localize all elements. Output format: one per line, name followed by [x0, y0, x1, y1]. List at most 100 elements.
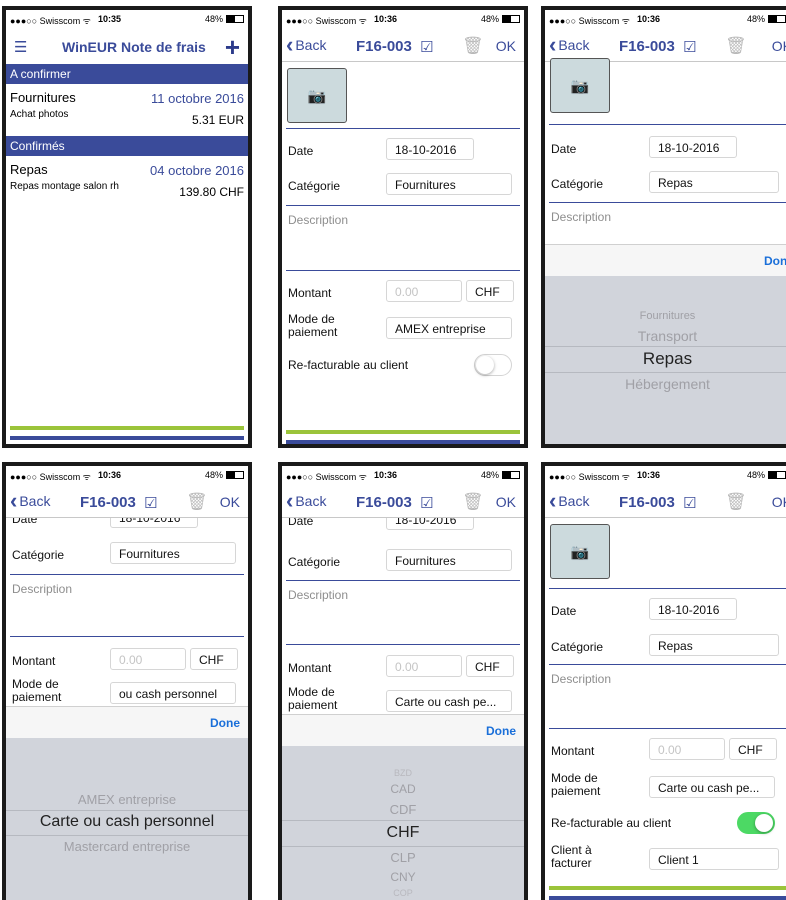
currency-field[interactable]: CHF [466, 280, 514, 302]
done-button[interactable]: Done [210, 716, 240, 730]
description-field[interactable]: Description [551, 672, 611, 686]
trash-icon[interactable]: 🗑 [725, 492, 747, 512]
description-field[interactable]: Description [288, 588, 348, 602]
blue-stripe [10, 436, 244, 440]
currency-picker-wheel[interactable]: BZD CAD CDF CHF CLP CNY COP [282, 746, 524, 900]
picker-option[interactable]: BZD [282, 768, 524, 778]
rebill-toggle[interactable] [737, 812, 775, 834]
payment-picker-wheel[interactable]: AMEX entreprise Carte ou cash personnel … [6, 738, 248, 900]
expense-code: F16-003 [356, 38, 412, 55]
rebill-label: Re-facturable au client [288, 358, 409, 372]
picker-option[interactable]: CAD [282, 782, 524, 796]
picker-option[interactable]: Fournitures [545, 310, 786, 322]
payment-label: Mode de paiement [288, 312, 338, 339]
list-item[interactable]: Repas 04 octobre 2016 Repas montage salo… [6, 156, 248, 208]
divider [286, 644, 520, 645]
back-button[interactable]: ‹ Back [286, 34, 326, 56]
back-button[interactable]: ‹ Back [286, 490, 326, 512]
picker-option[interactable]: Hébergement [545, 376, 786, 392]
ok-button[interactable]: OK [496, 494, 516, 510]
battery-indicator: 48% [481, 470, 520, 480]
footer-bars [549, 886, 786, 900]
currency-field[interactable]: CHF [729, 738, 777, 760]
date-field[interactable]: 18-10-2016 [649, 598, 737, 620]
app-title: WinEUR Note de frais [62, 39, 206, 55]
description-field[interactable]: Description [288, 213, 348, 227]
camera-button[interactable]: 📷 [550, 524, 610, 579]
ok-button[interactable]: OK [772, 494, 786, 510]
amount-field[interactable]: 0.00 [386, 655, 462, 677]
rebill-toggle[interactable] [474, 354, 512, 376]
date-field[interactable]: 18-10-2016 [386, 138, 474, 160]
ok-button[interactable]: OK [220, 494, 240, 510]
confirm-checkbox-icon[interactable]: ☑ [420, 494, 433, 512]
category-picker-wheel[interactable]: Fournitures Transport Repas Hébergement [545, 276, 786, 444]
picker-option[interactable]: COP [282, 888, 524, 898]
battery-indicator: 48% [747, 14, 786, 24]
form-navbar: ‹Back F16-003 ☑ 🗑 OK [545, 486, 786, 518]
expense-code: F16-003 [356, 494, 412, 511]
camera-button[interactable]: 📷 [287, 68, 347, 123]
footer-bars [286, 430, 520, 444]
picker-option[interactable]: CLP [282, 850, 524, 865]
toggle-knob [755, 814, 773, 832]
trash-icon[interactable]: 🗑 [462, 36, 484, 56]
divider [286, 580, 520, 581]
trash-icon[interactable]: 🗑 [725, 36, 747, 56]
back-button[interactable]: ‹ Back [549, 34, 589, 56]
date-field[interactable]: 18-10-2016 [649, 136, 737, 158]
picker-toolbar: Done [545, 244, 786, 276]
confirm-checkbox-icon[interactable]: ☑ [683, 38, 696, 56]
picker-option-selected[interactable]: Carte ou cash personnel [6, 813, 248, 831]
client-field[interactable]: Client 1 [649, 848, 779, 870]
done-button[interactable]: Done [764, 254, 786, 268]
divider [549, 728, 786, 729]
battery-indicator: 48% [205, 470, 244, 480]
picker-option[interactable]: AMEX entreprise [6, 792, 248, 807]
picker-option[interactable]: Mastercard entreprise [6, 839, 248, 854]
picker-option-selected[interactable]: Repas [545, 349, 786, 369]
payment-field[interactable]: ou cash personnel [110, 682, 236, 704]
battery-indicator: 48% [205, 14, 244, 24]
clock-label: 10:36 [637, 14, 661, 24]
picker-option[interactable]: Transport [545, 328, 786, 344]
status-bar: ●●●○○ Swisscom ᯤ 10:36 48% [545, 10, 786, 30]
picker-option[interactable]: CDF [282, 802, 524, 817]
category-field[interactable]: Fournitures [386, 173, 512, 195]
carrier-label: ●●●○○ Swisscom ᯤ [286, 16, 367, 26]
amount-field[interactable]: 0.00 [110, 648, 186, 670]
category-field[interactable]: Repas [649, 171, 779, 193]
list-item[interactable]: Fournitures 11 octobre 2016 Achat photos… [6, 84, 248, 136]
category-field[interactable]: Fournitures [386, 549, 512, 571]
hamburger-menu-icon[interactable]: ☰ [14, 38, 27, 56]
amount-field[interactable]: 0.00 [386, 280, 462, 302]
ok-button[interactable]: OK [496, 38, 516, 54]
description-field[interactable]: Description [551, 210, 611, 224]
currency-field[interactable]: CHF [466, 655, 514, 677]
confirm-checkbox-icon[interactable]: ☑ [144, 494, 157, 512]
item-date: 04 octobre 2016 [150, 163, 244, 178]
trash-icon[interactable]: 🗑 [462, 492, 484, 512]
picker-option-selected[interactable]: CHF [282, 824, 524, 842]
done-button[interactable]: Done [486, 724, 516, 738]
footer-bars [10, 426, 244, 440]
form-navbar: ‹Back F16-003 ☑ 🗑 OK [282, 486, 524, 518]
confirm-checkbox-icon[interactable]: ☑ [420, 38, 433, 56]
back-button[interactable]: ‹ Back [10, 490, 50, 512]
trash-icon[interactable]: 🗑 [186, 492, 208, 512]
amount-field[interactable]: 0.00 [649, 738, 725, 760]
description-field[interactable]: Description [12, 582, 72, 596]
back-button[interactable]: ‹ Back [549, 490, 589, 512]
payment-field[interactable]: Carte ou cash pe... [649, 776, 775, 798]
confirm-checkbox-icon[interactable]: ☑ [683, 494, 696, 512]
category-field[interactable]: Repas [649, 634, 779, 656]
payment-field[interactable]: AMEX entreprise [386, 317, 512, 339]
category-field[interactable]: Fournitures [110, 542, 236, 564]
ok-button[interactable]: OK [772, 38, 786, 54]
currency-field[interactable]: CHF [190, 648, 238, 670]
camera-button[interactable]: 📷 [550, 58, 610, 113]
battery-indicator: 48% [747, 470, 786, 480]
picker-option[interactable]: CNY [282, 870, 524, 884]
add-expense-icon[interactable]: + [225, 32, 240, 63]
payment-field[interactable]: Carte ou cash pe... [386, 690, 512, 712]
